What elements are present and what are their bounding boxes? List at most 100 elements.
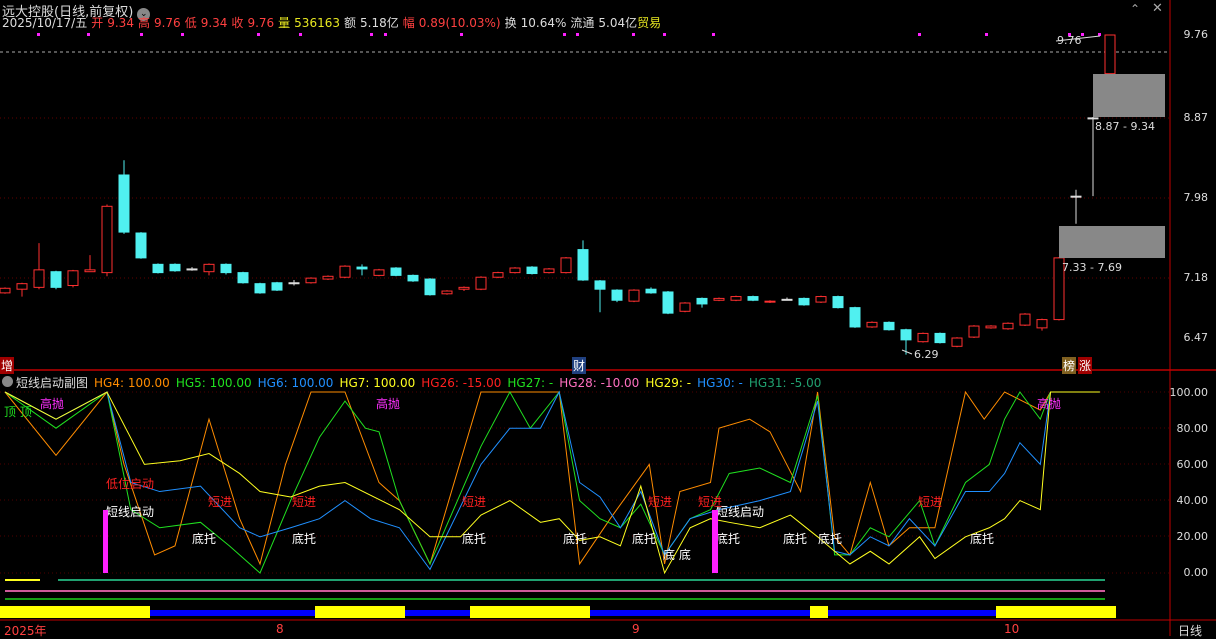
candle-body [16, 283, 28, 290]
candle-body [492, 272, 504, 278]
candle-body [169, 263, 181, 272]
time-tick: 2025年 [4, 624, 47, 638]
candle-body [1019, 313, 1031, 326]
event-marker[interactable]: 财 [572, 357, 587, 374]
price-tick: 7.98 [1183, 191, 1209, 204]
start-bar [712, 510, 718, 573]
indicator-line-hg5 [4, 390, 1100, 574]
signal-support: 底托 [292, 532, 317, 546]
signal-dot [918, 33, 921, 36]
candle-body [917, 332, 929, 343]
indicator-tick: 100.00 [1169, 386, 1209, 399]
signal-dot [87, 33, 90, 36]
signal-support: 底托 [462, 532, 487, 546]
candle-body [288, 282, 300, 285]
candle-body [441, 290, 453, 295]
candle-body [713, 297, 725, 301]
signal-dot [1098, 33, 1101, 36]
candle-body [339, 265, 351, 278]
signal-top: 顶 顶 [4, 405, 32, 419]
period-selector[interactable]: 日线 [1178, 622, 1202, 639]
candle-body [203, 263, 215, 273]
candle-body [900, 329, 912, 341]
candle-body [0, 287, 11, 294]
candle-body [322, 275, 334, 280]
signal-dot [985, 33, 988, 36]
signal-dot [370, 33, 373, 36]
signal-stripe [5, 590, 1105, 592]
candle-body [679, 302, 691, 312]
price-tick: 9.76 [1183, 28, 1209, 41]
candle-body [883, 321, 895, 331]
signal-short-start: 短线启动 [716, 505, 765, 519]
candle-body [611, 289, 623, 301]
event-marker[interactable]: 增 [0, 357, 15, 374]
signal-support: 底托 [818, 532, 843, 546]
signal-short-start: 短线启动 [106, 505, 155, 519]
candle-body [934, 332, 946, 344]
price-tick: 6.47 [1183, 331, 1209, 344]
candle-body [1104, 34, 1116, 75]
event-marker[interactable]: 涨 [1078, 357, 1093, 374]
indicator-menu-icon[interactable] [2, 376, 13, 387]
signal-support: 底托 [563, 532, 588, 546]
indicator-tick: 0.00 [1183, 566, 1209, 579]
signal-support: 底托 [716, 532, 741, 546]
event-marker[interactable]: 榜 [1062, 357, 1077, 374]
resistance-zone [1093, 74, 1165, 117]
signal-support: 底托 [192, 532, 217, 546]
candle-body [849, 307, 861, 328]
candle-body [798, 297, 810, 306]
indicator-value: HG26: -15.00 [421, 376, 502, 390]
signal-dot [663, 33, 666, 36]
candle-body [526, 266, 538, 275]
signal-short-in: 短进 [648, 495, 673, 509]
signal-dot [384, 33, 387, 36]
candle-body [424, 278, 436, 296]
support-zone-label: 7.33 - 7.69 [1062, 261, 1122, 274]
candle-body [577, 249, 589, 281]
low-pointer [901, 349, 913, 355]
candle-body [305, 277, 317, 284]
signal-dot [140, 33, 143, 36]
time-tick: 9 [632, 622, 640, 636]
signal-support: 底托 [783, 532, 808, 546]
signal-bottom: 底 底 [663, 548, 691, 562]
trend-bar-yellow [810, 606, 828, 618]
candle-body [390, 267, 402, 276]
candle-body [271, 282, 283, 291]
indicator-value: HG7: 100.00 [339, 376, 416, 390]
indicator-title: 短线启动副图 [16, 376, 89, 390]
signal-dot [299, 33, 302, 36]
candle-body [985, 325, 997, 329]
indicator-value: HG27: - [507, 376, 554, 390]
candle-body [118, 174, 130, 233]
indicator-line-hg6 [4, 390, 1100, 571]
signal-dot [257, 33, 260, 36]
candle-body [866, 321, 878, 328]
indicator-value: HG29: - [645, 376, 692, 390]
candle-body [594, 280, 606, 290]
candle-body [237, 272, 249, 284]
indicator-value: HG31: -5.00 [748, 376, 822, 390]
signal-short-in: 短进 [462, 495, 487, 509]
price-chart[interactable] [0, 0, 1216, 636]
indicator-tick: 80.00 [1176, 422, 1209, 435]
signal-sell: 高抛 [40, 397, 65, 411]
low-price-label: 6.29 [914, 348, 939, 361]
signal-short-in: 短进 [208, 495, 233, 509]
signal-support: 底托 [970, 532, 995, 546]
candle-body [696, 297, 708, 305]
candle-body [509, 267, 521, 274]
signal-sell: 高抛 [1037, 397, 1062, 411]
candle-body [407, 274, 419, 282]
signal-dot [712, 33, 715, 36]
signal-dot [632, 33, 635, 36]
candle-body [781, 298, 793, 301]
trend-bar-blue [828, 610, 996, 616]
trend-bar-yellow [315, 606, 405, 618]
candle-body [220, 263, 232, 274]
signal-support: 底托 [632, 532, 657, 546]
signal-dot [181, 33, 184, 36]
indicator-line-hg7 [4, 391, 1100, 575]
